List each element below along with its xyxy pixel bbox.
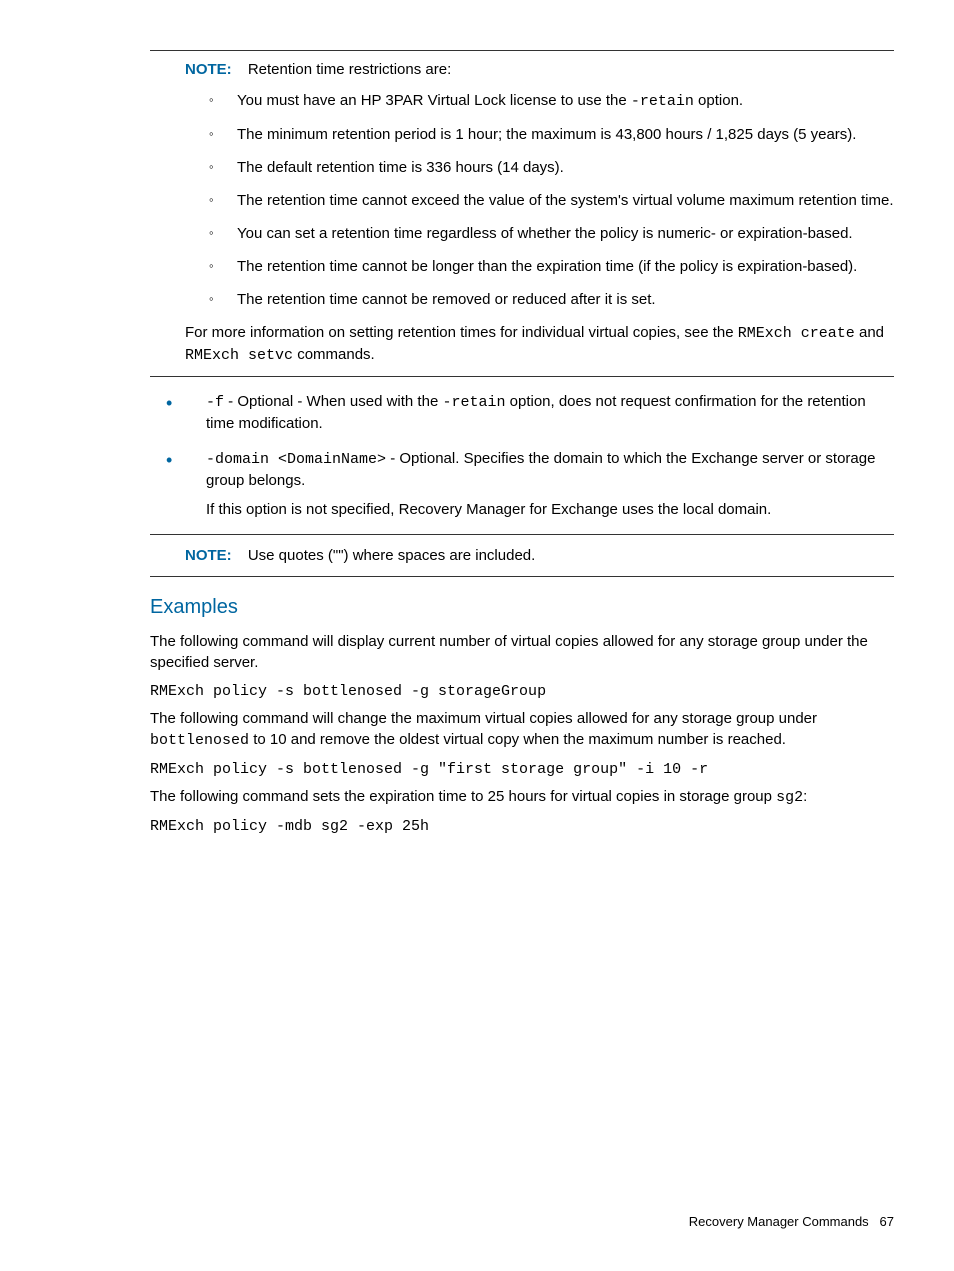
note-intro-line: NOTE: Retention time restrictions are: — [185, 59, 894, 80]
note-bullet-item: The retention time cannot be removed or … — [209, 289, 894, 310]
examples-heading: Examples — [150, 593, 894, 621]
page-footer: Recovery Manager Commands 67 — [689, 1213, 894, 1231]
example-command: RMExch policy -mdb sg2 -exp 25h — [150, 816, 894, 837]
example-para: The following command will change the ma… — [150, 708, 894, 751]
note-closing-para: For more information on setting retentio… — [185, 322, 894, 366]
note-label: NOTE: — [185, 61, 232, 78]
footer-section-title: Recovery Manager Commands — [689, 1214, 869, 1229]
option-item-domain: -domain <DomainName> - Optional. Specifi… — [150, 448, 894, 520]
note-bullet-item: The minimum retention period is 1 hour; … — [209, 124, 894, 145]
example-command: RMExch policy -s bottlenosed -g "first s… — [150, 759, 894, 780]
note-retention-restrictions: NOTE: Retention time restrictions are: Y… — [150, 50, 894, 377]
example-para: The following command sets the expiratio… — [150, 786, 894, 808]
note-bullet-item: The default retention time is 336 hours … — [209, 157, 894, 178]
note-bullet-list: You must have an HP 3PAR Virtual Lock li… — [185, 90, 894, 310]
note-bullet-item: The retention time cannot exceed the val… — [209, 190, 894, 211]
note-quotes: NOTE: Use quotes ("") where spaces are i… — [150, 534, 894, 577]
options-bullet-list: -f - Optional - When used with the -reta… — [150, 391, 894, 520]
page-number: 67 — [880, 1214, 894, 1229]
example-command: RMExch policy -s bottlenosed -g storageG… — [150, 681, 894, 702]
note-intro-text: Retention time restrictions are: — [248, 61, 451, 78]
note-label: NOTE: — [185, 547, 232, 564]
note-text: Use quotes ("") where spaces are include… — [248, 547, 535, 564]
option-item-f: -f - Optional - When used with the -reta… — [150, 391, 894, 434]
note-bullet-item: The retention time cannot be longer than… — [209, 256, 894, 277]
note-bullet-item: You can set a retention time regardless … — [209, 223, 894, 244]
example-para: The following command will display curre… — [150, 631, 894, 673]
note-bullet-item: You must have an HP 3PAR Virtual Lock li… — [209, 90, 894, 112]
